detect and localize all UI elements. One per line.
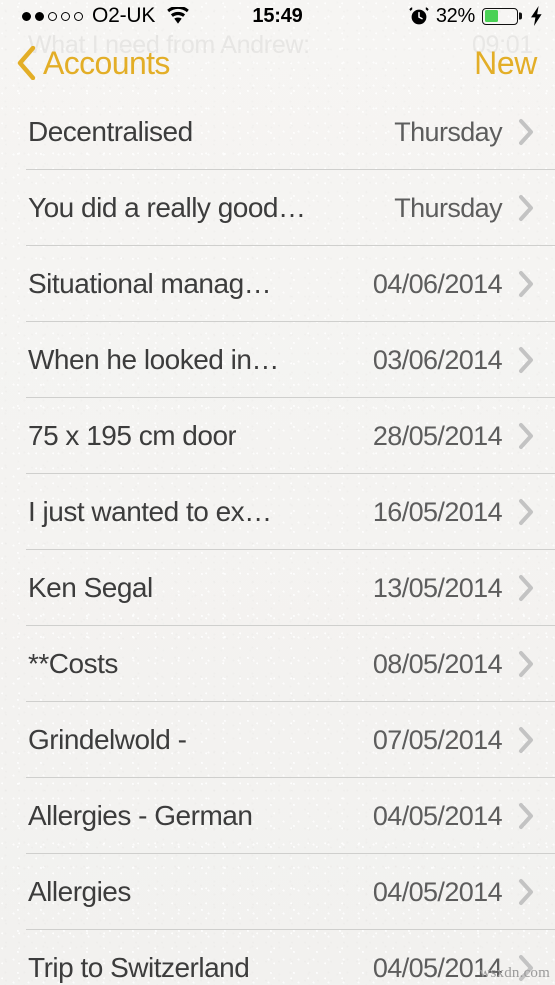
status-bar-left: O2-UK: [22, 4, 190, 28]
signal-dot-2: [35, 11, 44, 21]
note-date: Thursday: [394, 192, 502, 223]
note-date: 04/05/2014: [372, 800, 503, 831]
status-bar: O2-UK 15:49 32%: [0, 0, 555, 32]
chevron-right-icon: [519, 271, 533, 297]
lightning-bolt-icon: [531, 6, 542, 26]
note-list-row-0[interactable]: Decentralised Thursday: [0, 94, 555, 170]
note-date: 03/06/2014: [372, 344, 503, 375]
note-date: 16/05/2014: [372, 496, 503, 527]
note-list-row-5[interactable]: I just wanted to ex… 16/05/2014: [0, 474, 555, 550]
notes-list: Decentralised Thursday You did a really …: [0, 94, 555, 985]
note-title: Ken Segal: [28, 572, 153, 603]
chevron-right-icon: [519, 727, 533, 753]
chevron-right-icon: [519, 119, 533, 145]
chevron-right-icon: [519, 423, 533, 449]
chevron-right-icon: [519, 803, 533, 829]
note-list-row-6[interactable]: Ken Segal 13/05/2014: [0, 550, 555, 626]
wifi-icon: [167, 7, 189, 24]
note-date: 04/06/2014: [372, 268, 503, 299]
back-button-label: Accounts: [43, 44, 170, 81]
navigation-bar: Accounts New: [0, 32, 555, 94]
battery-percentage-label: 32%: [435, 4, 475, 27]
chevron-right-icon: [519, 575, 533, 601]
note-title: 75 x 195 cm door: [28, 420, 237, 451]
chevron-right-icon: [519, 879, 533, 905]
chevron-right-icon: [519, 195, 533, 221]
chevron-left-icon: [17, 46, 36, 80]
alarm-clock-icon: [409, 7, 429, 25]
note-list-row-1[interactable]: You did a really good… Thursday: [0, 170, 555, 246]
note-list-row-8[interactable]: Grindelwold - 07/05/2014: [0, 702, 555, 778]
note-title: Trip to Switzerland: [28, 952, 250, 983]
watermark: wsxdn.com: [479, 965, 550, 981]
note-date: 28/05/2014: [372, 420, 503, 451]
chevron-right-icon: [519, 499, 533, 525]
note-title: Situational manag…: [28, 268, 272, 299]
status-bar-right: 32%: [409, 5, 543, 28]
note-title: Allergies: [28, 876, 131, 907]
note-title: When he looked in…: [28, 344, 279, 375]
note-list-row-7[interactable]: **Costs 08/05/2014: [0, 626, 555, 702]
chevron-right-icon: [519, 347, 533, 373]
note-date: 08/05/2014: [372, 648, 503, 679]
note-list-row-3[interactable]: When he looked in… 03/06/2014: [0, 322, 555, 398]
note-title: I just wanted to ex…: [28, 496, 272, 527]
note-date: Thursday: [394, 116, 502, 147]
note-list-row-2[interactable]: Situational manag… 04/06/2014: [0, 246, 555, 322]
note-title: You did a really good…: [28, 192, 306, 223]
note-date: 13/05/2014: [372, 572, 503, 603]
chevron-right-icon: [519, 651, 533, 677]
battery-fill-level: [484, 10, 498, 22]
signal-dot-3: [48, 11, 57, 21]
battery-icon: [482, 7, 518, 25]
back-button-accounts[interactable]: Accounts: [16, 45, 170, 82]
phone-screen: O2-UK 15:49 32% What I need from Andrew:…: [0, 0, 555, 985]
signal-strength-indicator: [22, 11, 83, 21]
signal-dot-4: [61, 11, 70, 21]
note-list-row-4[interactable]: 75 x 195 cm door 28/05/2014: [0, 398, 555, 474]
note-title: Grindelwold -: [28, 724, 187, 755]
carrier-label: O2-UK: [92, 4, 156, 27]
signal-dot-1: [22, 11, 31, 21]
note-title: Allergies - German: [28, 800, 253, 831]
note-date: 07/05/2014: [372, 724, 503, 755]
note-title: **Costs: [28, 648, 118, 679]
note-list-row-11[interactable]: Trip to Switzerland 04/05/2014: [0, 930, 555, 985]
note-title: Decentralised: [28, 116, 193, 147]
note-list-row-10[interactable]: Allergies 04/05/2014: [0, 854, 555, 930]
note-list-row-9[interactable]: Allergies - German 04/05/2014: [0, 778, 555, 854]
note-date: 04/05/2014: [372, 876, 503, 907]
signal-dot-5: [74, 11, 83, 21]
new-note-button[interactable]: New: [474, 45, 537, 82]
